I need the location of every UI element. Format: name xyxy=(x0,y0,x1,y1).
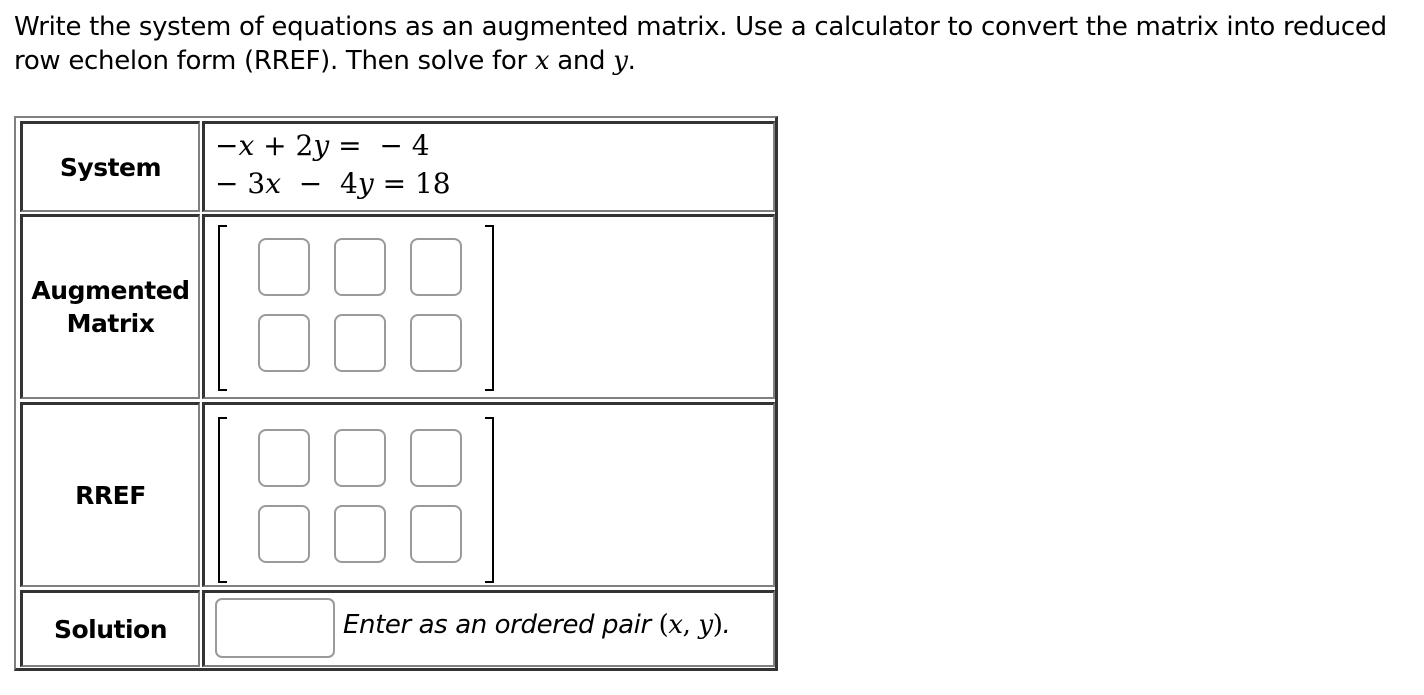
solution-hint: Enter as an ordered pair (x, y). xyxy=(343,607,731,643)
paren-close: ) xyxy=(712,610,723,640)
equation-1: −x + 2y = − 4 xyxy=(215,129,430,162)
augmented-label-line-1: Augmented xyxy=(31,276,190,305)
prompt-period: . xyxy=(627,46,636,76)
rref-r1c2-input[interactable] xyxy=(334,429,386,487)
var-y: y xyxy=(613,46,628,76)
system-label: System xyxy=(20,121,200,212)
right-bracket-icon xyxy=(485,225,494,391)
augmented-label-line-2: Matrix xyxy=(66,309,155,338)
augmented-r1c3-input[interactable] xyxy=(410,238,462,296)
solution-input[interactable] xyxy=(215,598,335,658)
hint-var-x: x xyxy=(668,610,683,640)
paren-open: ( xyxy=(658,610,669,640)
hint-period: . xyxy=(722,610,731,640)
system-equations: −x + 2y = − 4 − 3x − 4y = 18 xyxy=(202,121,775,212)
ordered-pair-math: (x, y) xyxy=(659,610,723,640)
prompt-and: and xyxy=(549,46,614,76)
rref-r2c3-input[interactable] xyxy=(410,505,462,563)
augmented-r1c2-input[interactable] xyxy=(334,238,386,296)
rref-r1c3-input[interactable] xyxy=(410,429,462,487)
answer-table: System −x + 2y = − 4 − 3x − 4y = 18 Augm… xyxy=(14,116,778,671)
question-prompt: Write the system of equations as an augm… xyxy=(14,10,1424,78)
hint-text: Enter as an ordered pair xyxy=(343,610,659,640)
rref-label: RREF xyxy=(20,402,200,587)
rref-r2c2-input[interactable] xyxy=(334,505,386,563)
solution-label-text: Solution xyxy=(53,614,168,644)
rref-label-text: RREF xyxy=(75,480,146,510)
prompt-line-1: Write the system of equations as an augm… xyxy=(14,12,1387,42)
rref-r1c1-input[interactable] xyxy=(258,429,310,487)
rref-r2c1-input[interactable] xyxy=(258,505,310,563)
augmented-r2c1-input[interactable] xyxy=(258,314,310,372)
augmented-r2c3-input[interactable] xyxy=(410,314,462,372)
equation-2: − 3x − 4y = 18 xyxy=(215,167,451,200)
prompt-text: row echelon form (RREF). Then solve for xyxy=(14,46,535,76)
prompt-line-2: row echelon form (RREF). Then solve for … xyxy=(14,44,1424,78)
augmented-r2c2-input[interactable] xyxy=(334,314,386,372)
hint-comma: , xyxy=(682,610,699,640)
left-bracket-icon xyxy=(218,417,227,583)
var-x: x xyxy=(534,46,550,76)
augmented-matrix-cell xyxy=(202,214,775,399)
right-bracket-icon xyxy=(485,417,494,583)
augmented-matrix-label: Augmented Matrix xyxy=(20,214,200,399)
solution-label: Solution xyxy=(20,590,200,667)
rref-matrix-cell xyxy=(202,402,775,587)
solution-cell: Enter as an ordered pair (x, y). xyxy=(202,590,775,667)
left-bracket-icon xyxy=(218,225,227,391)
system-label-text: System xyxy=(59,152,162,182)
hint-var-y: y xyxy=(698,610,713,640)
augmented-r1c1-input[interactable] xyxy=(258,238,310,296)
